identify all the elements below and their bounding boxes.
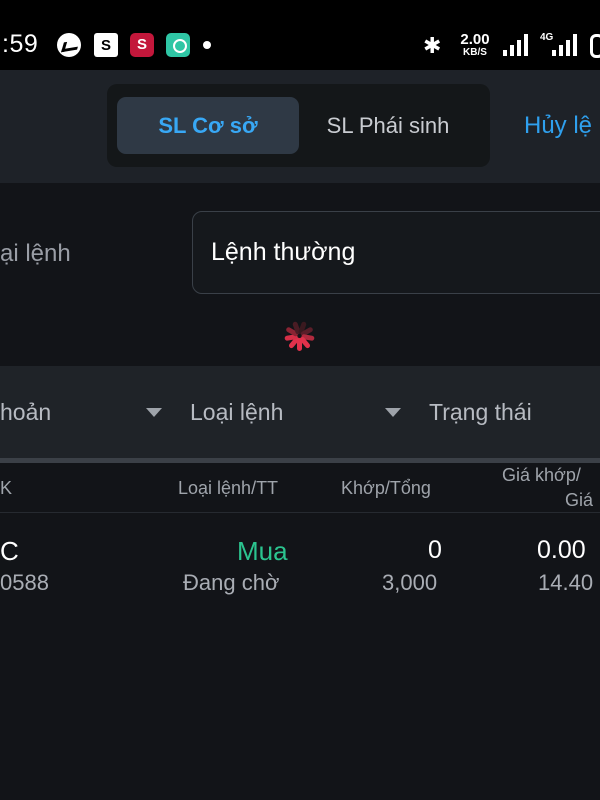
row-account: 0588 bbox=[0, 570, 49, 595]
app-chat-icon bbox=[166, 33, 190, 57]
row-side: Mua bbox=[237, 536, 288, 566]
notification-dot-icon bbox=[203, 41, 211, 49]
filter-bar: hoản Loại lệnh Trạng thái bbox=[0, 366, 600, 458]
messenger-icon bbox=[57, 33, 81, 57]
filter-status[interactable]: Trạng thái bbox=[429, 399, 532, 426]
column-match-price: Giá khớp/ bbox=[502, 465, 581, 485]
bluetooth-icon: ✱ bbox=[423, 33, 442, 58]
battery-icon bbox=[590, 34, 600, 58]
chevron-down-icon[interactable] bbox=[146, 408, 162, 417]
row-symbol: C bbox=[0, 536, 19, 566]
row-total: 3,000 bbox=[382, 570, 438, 595]
status-time: :59 bbox=[2, 30, 39, 58]
signal-icon bbox=[503, 34, 533, 56]
net-speed-value: 2.00 bbox=[460, 31, 490, 48]
net-speed: 2.00 KB/S bbox=[458, 32, 492, 58]
order-type-select[interactable]: Lệnh thường bbox=[192, 211, 600, 294]
filter-order-type[interactable]: Loại lệnh bbox=[190, 399, 283, 426]
column-type-status: Loại lệnh/TT bbox=[178, 478, 279, 498]
row-matched: 0 bbox=[428, 536, 442, 564]
column-price: Giá bbox=[565, 490, 594, 510]
column-matched-total: Khớp/Tổng bbox=[341, 478, 431, 498]
loading-spinner-icon bbox=[272, 320, 328, 362]
app-s-icon: S bbox=[130, 33, 154, 57]
order-type-label: ại lệnh bbox=[0, 240, 71, 267]
section-divider bbox=[0, 458, 600, 463]
shopee-icon: S bbox=[94, 33, 118, 57]
tab-sl-phai-sinh[interactable]: SL Phái sinh bbox=[307, 97, 469, 154]
row-status: Đang chờ bbox=[183, 570, 280, 595]
row-price: 14.40 bbox=[538, 570, 594, 595]
net-speed-unit: KB/S bbox=[463, 47, 487, 58]
cancel-order-button[interactable]: Hủy lệ bbox=[524, 112, 592, 140]
app-header: SL Cơ sở SL Phái sinh Hủy lệ bbox=[0, 70, 600, 183]
status-bar: :59 S S ✱ 2.00 KB/S 4G bbox=[0, 0, 600, 70]
tab-sl-co-so[interactable]: SL Cơ sở bbox=[117, 97, 299, 154]
account-type-switch: SL Cơ sở SL Phái sinh bbox=[107, 84, 490, 167]
signal-icon bbox=[552, 34, 582, 56]
row-match-price: 0.00 bbox=[537, 536, 586, 564]
chevron-down-icon[interactable] bbox=[385, 408, 401, 417]
header-divider bbox=[0, 512, 600, 513]
order-type-value: Lệnh thường bbox=[211, 238, 356, 266]
filter-account[interactable]: hoản bbox=[0, 399, 51, 426]
column-account: K bbox=[0, 478, 13, 498]
